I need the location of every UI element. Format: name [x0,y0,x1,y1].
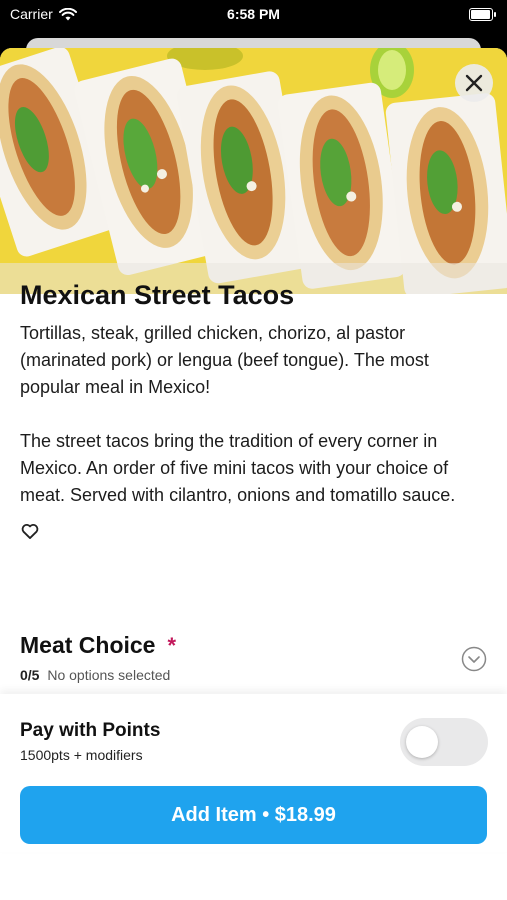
add-item-button[interactable]: Add Item • $18.99 [20,786,487,844]
chevron-down-circle-icon[interactable] [461,646,487,672]
favorite-button[interactable] [20,521,40,541]
close-button[interactable] [455,64,493,102]
battery-fill [471,10,490,19]
app-screen: Carrier 6:58 PM Mexican Street Tacos Tor… [0,0,507,900]
required-indicator: * [167,632,177,658]
checkout-bar: Pay with Points 1500pts + modifiers Add … [0,694,507,852]
tacos-photo [0,48,507,294]
close-icon [465,74,483,92]
description-paragraph: The street tacos bring the tradition of … [20,431,456,505]
points-subtitle: 1500pts + modifiers [20,747,143,763]
item-description: Tortillas, steak, grilled chicken, chori… [20,320,480,509]
selection-status: No options selected [47,667,171,683]
status-right [469,8,496,21]
toggle-knob [406,726,438,758]
hero-image [0,48,507,294]
item-details: Mexican Street Tacos Tortillas, steak, g… [20,278,480,541]
meat-choice-section[interactable]: Meat Choice * 0/5 No options selected [20,632,487,683]
meat-choice-title: Meat Choice [20,632,156,658]
meat-choice-status: 0/5 No options selected [20,667,487,683]
meat-choice-header: Meat Choice * [20,632,487,659]
description-paragraph: Tortillas, steak, grilled chicken, chori… [20,323,429,397]
battery-icon [469,8,496,21]
selection-count: 0/5 [20,667,40,683]
status-bar: Carrier 6:58 PM [0,0,507,32]
status-time: 6:58 PM [227,6,280,22]
points-toggle[interactable] [400,718,488,766]
heart-icon [21,523,39,539]
points-title: Pay with Points [20,720,161,741]
item-title: Mexican Street Tacos [20,280,295,310]
